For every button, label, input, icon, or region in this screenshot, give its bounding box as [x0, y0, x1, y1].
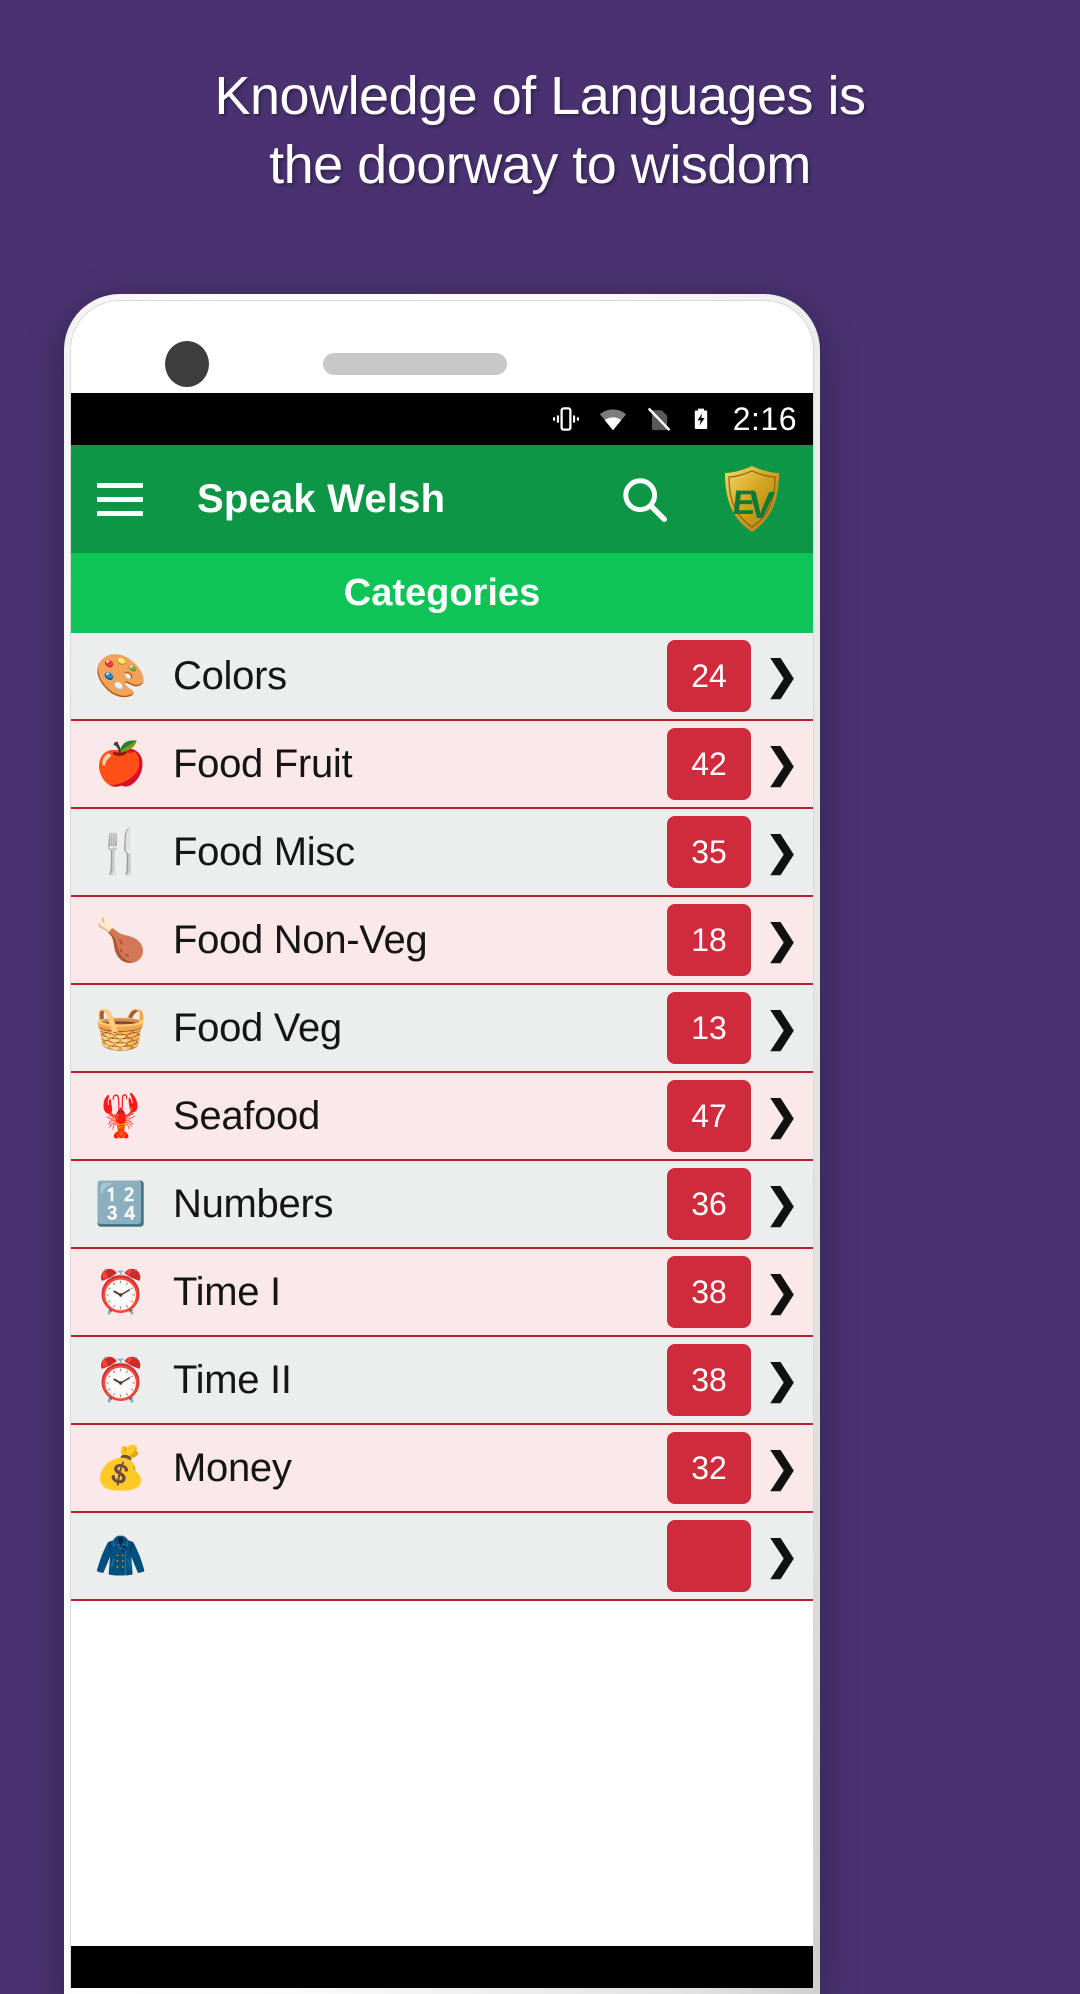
- count-badge: 24: [667, 640, 751, 712]
- category-row[interactable]: 🍎 Food Fruit 42 ❯: [71, 721, 813, 809]
- category-row[interactable]: 🧺 Food Veg 13 ❯: [71, 985, 813, 1073]
- money-bag-icon: 💰: [94, 1444, 148, 1491]
- app-title: Speak Welsh: [197, 476, 446, 521]
- category-row[interactable]: ⏰ Time II 38 ❯: [71, 1337, 813, 1425]
- category-row[interactable]: 🔢 Numbers 36 ❯: [71, 1161, 813, 1249]
- veg-basket-icon: 🧺: [94, 1004, 148, 1051]
- count-badge: 42: [667, 728, 751, 800]
- search-icon[interactable]: [617, 472, 671, 526]
- clothing-icon: 🧥: [94, 1532, 148, 1579]
- category-label: Numbers: [173, 1181, 334, 1226]
- status-bar-clock: 2:16: [732, 400, 797, 437]
- category-label: Food Fruit: [173, 741, 353, 786]
- category-row[interactable]: 🦞 Seafood 47 ❯: [71, 1073, 813, 1161]
- phone-mockup: 2:16 Speak Welsh E V Categories 🎨 Colors…: [64, 294, 820, 1994]
- count-badge: 47: [667, 1080, 751, 1152]
- chevron-right-icon[interactable]: ❯: [751, 1269, 813, 1315]
- category-label: Food Non-Veg: [173, 917, 428, 962]
- count-badge: 36: [667, 1168, 751, 1240]
- category-label: Money: [173, 1445, 292, 1490]
- earpiece-speaker-icon: [323, 353, 507, 375]
- phone-top-bar: [71, 301, 813, 393]
- alarm-clock-icon: ⏰: [94, 1356, 148, 1403]
- chevron-right-icon[interactable]: ❯: [751, 1445, 813, 1491]
- phone-screen: 2:16 Speak Welsh E V Categories 🎨 Colors…: [71, 393, 813, 1988]
- no-sim-icon: [645, 404, 673, 434]
- count-badge: 35: [667, 816, 751, 888]
- palette-icon: 🎨: [94, 652, 148, 699]
- apple-icon: 🍎: [94, 740, 148, 787]
- phone-bezel-inner: 2:16 Speak Welsh E V Categories 🎨 Colors…: [70, 300, 814, 1988]
- alarm-clock-icon: ⏰: [94, 1268, 148, 1315]
- ev-shield-logo[interactable]: E V: [717, 462, 787, 536]
- category-label: Colors: [173, 653, 287, 698]
- chevron-right-icon[interactable]: ❯: [751, 1093, 813, 1139]
- app-bar: Speak Welsh E V: [71, 445, 813, 553]
- count-badge: [667, 1520, 751, 1592]
- phone-nav-bar: [71, 1946, 813, 1988]
- wifi-icon: [597, 404, 629, 434]
- count-badge: 13: [667, 992, 751, 1064]
- numbers-123-icon: 🔢: [94, 1180, 148, 1227]
- svg-text:V: V: [746, 485, 776, 527]
- category-label: Food Misc: [173, 829, 355, 874]
- category-row[interactable]: 🎨 Colors 24 ❯: [71, 633, 813, 721]
- hamburger-menu-icon[interactable]: [97, 474, 143, 525]
- chevron-right-icon[interactable]: ❯: [751, 1005, 813, 1051]
- category-row[interactable]: 💰 Money 32 ❯: [71, 1425, 813, 1513]
- chevron-right-icon[interactable]: ❯: [751, 1533, 813, 1579]
- category-row[interactable]: ⏰ Time I 38 ❯: [71, 1249, 813, 1337]
- category-row[interactable]: 🧥 ❯: [71, 1513, 813, 1601]
- category-label: Food Veg: [173, 1005, 342, 1050]
- chevron-right-icon[interactable]: ❯: [751, 917, 813, 963]
- vibrate-icon: [551, 404, 581, 434]
- category-row[interactable]: 🍗 Food Non-Veg 18 ❯: [71, 897, 813, 985]
- chevron-right-icon[interactable]: ❯: [751, 1181, 813, 1227]
- battery-charging-icon: [689, 404, 713, 434]
- categories-list[interactable]: 🎨 Colors 24 ❯ 🍎 Food Fruit 42 ❯ 🍴 Food Misc 35 ❯ 🍗 Fo…: [71, 633, 813, 1988]
- count-badge: 18: [667, 904, 751, 976]
- category-label: Seafood: [173, 1093, 320, 1138]
- count-badge: 38: [667, 1256, 751, 1328]
- count-badge: 38: [667, 1344, 751, 1416]
- category-label: Time II: [173, 1357, 292, 1402]
- status-bar: 2:16: [71, 393, 813, 445]
- count-badge: 32: [667, 1432, 751, 1504]
- poultry-leg-icon: 🍗: [94, 916, 148, 963]
- fork-knife-icon: 🍴: [94, 828, 148, 875]
- category-label: Time I: [173, 1269, 281, 1314]
- chevron-right-icon[interactable]: ❯: [751, 1357, 813, 1403]
- section-title: Categories: [71, 553, 813, 633]
- promo-headline: Knowledge of Languages is the doorway to…: [214, 66, 866, 196]
- chevron-right-icon[interactable]: ❯: [751, 829, 813, 875]
- chevron-right-icon[interactable]: ❯: [751, 741, 813, 787]
- category-row[interactable]: 🍴 Food Misc 35 ❯: [71, 809, 813, 897]
- chevron-right-icon[interactable]: ❯: [751, 653, 813, 699]
- camera-dot-icon: [165, 341, 209, 387]
- seafood-icon: 🦞: [94, 1092, 148, 1139]
